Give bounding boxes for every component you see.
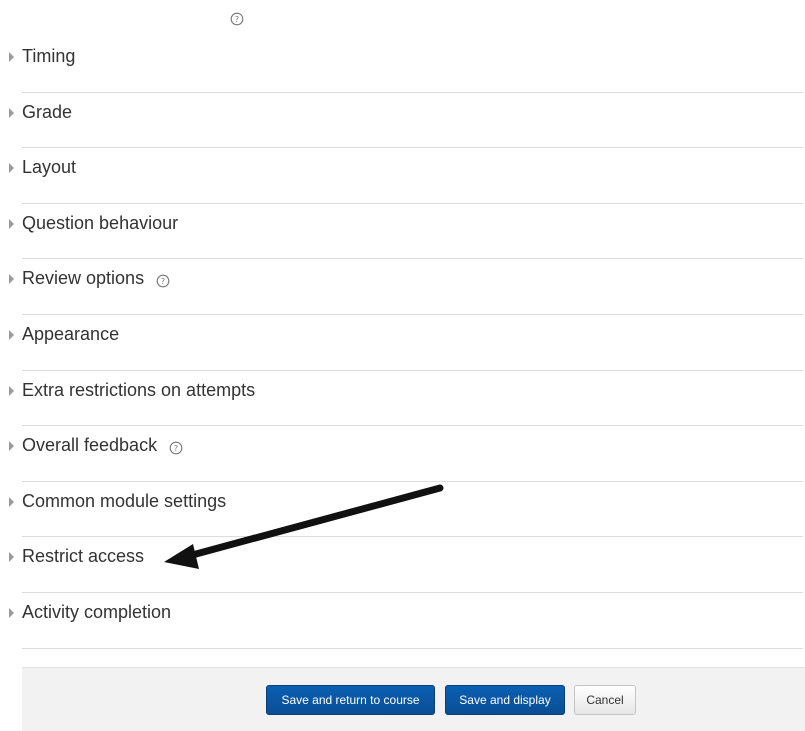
expand-triangle-icon[interactable] <box>9 441 14 452</box>
expand-triangle-icon[interactable] <box>9 329 14 340</box>
section-label[interactable]: Grade <box>22 102 72 123</box>
section-label[interactable]: Common module settings <box>22 491 226 512</box>
section-activity-completion[interactable]: Activity completion <box>0 593 805 649</box>
save-and-display-button[interactable]: Save and display <box>445 685 565 715</box>
section-extra-restrictions[interactable]: Extra restrictions on attempts <box>0 371 805 427</box>
help-icon[interactable]: ? <box>156 274 170 288</box>
section-restrict-access[interactable]: Restrict access <box>0 537 805 593</box>
expand-triangle-icon[interactable] <box>9 218 14 229</box>
svg-text:?: ? <box>174 444 178 453</box>
cancel-button[interactable]: Cancel <box>574 685 636 715</box>
help-icon[interactable]: ? <box>169 441 183 455</box>
expand-triangle-icon[interactable] <box>9 107 14 118</box>
section-label[interactable]: Timing <box>22 46 75 67</box>
expand-triangle-icon[interactable] <box>9 607 14 618</box>
expand-triangle-icon[interactable] <box>9 385 14 396</box>
expand-triangle-icon[interactable] <box>9 274 14 285</box>
section-label[interactable]: Review options <box>22 268 144 289</box>
settings-section-list: Timing Grade Layout Question behaviour R… <box>0 37 805 649</box>
section-common-module-settings[interactable]: Common module settings <box>0 482 805 538</box>
section-question-behaviour[interactable]: Question behaviour <box>0 204 805 260</box>
expand-triangle-icon[interactable] <box>9 552 14 563</box>
save-and-return-button[interactable]: Save and return to course <box>266 685 435 715</box>
section-label[interactable]: Appearance <box>22 324 119 345</box>
divider <box>22 647 803 649</box>
expand-triangle-icon[interactable] <box>9 496 14 507</box>
section-label[interactable]: Layout <box>22 157 76 178</box>
section-label[interactable]: Activity completion <box>22 602 171 623</box>
svg-text:?: ? <box>161 277 165 286</box>
section-label[interactable]: Question behaviour <box>22 213 178 234</box>
svg-text:?: ? <box>235 15 239 24</box>
section-overall-feedback[interactable]: Overall feedback ? <box>0 426 805 482</box>
help-icon[interactable]: ? <box>230 12 244 26</box>
section-label[interactable]: Extra restrictions on attempts <box>22 380 255 401</box>
section-grade[interactable]: Grade <box>0 93 805 149</box>
section-label[interactable]: Overall feedback <box>22 435 157 456</box>
expand-triangle-icon[interactable] <box>9 163 14 174</box>
section-timing[interactable]: Timing <box>0 37 805 93</box>
expand-triangle-icon[interactable] <box>9 52 14 62</box>
section-appearance[interactable]: Appearance <box>0 315 805 371</box>
section-label[interactable]: Restrict access <box>22 546 144 567</box>
section-layout[interactable]: Layout <box>0 148 805 204</box>
form-actions-bar: Save and return to course Save and displ… <box>22 667 805 731</box>
section-review-options[interactable]: Review options ? <box>0 259 805 315</box>
